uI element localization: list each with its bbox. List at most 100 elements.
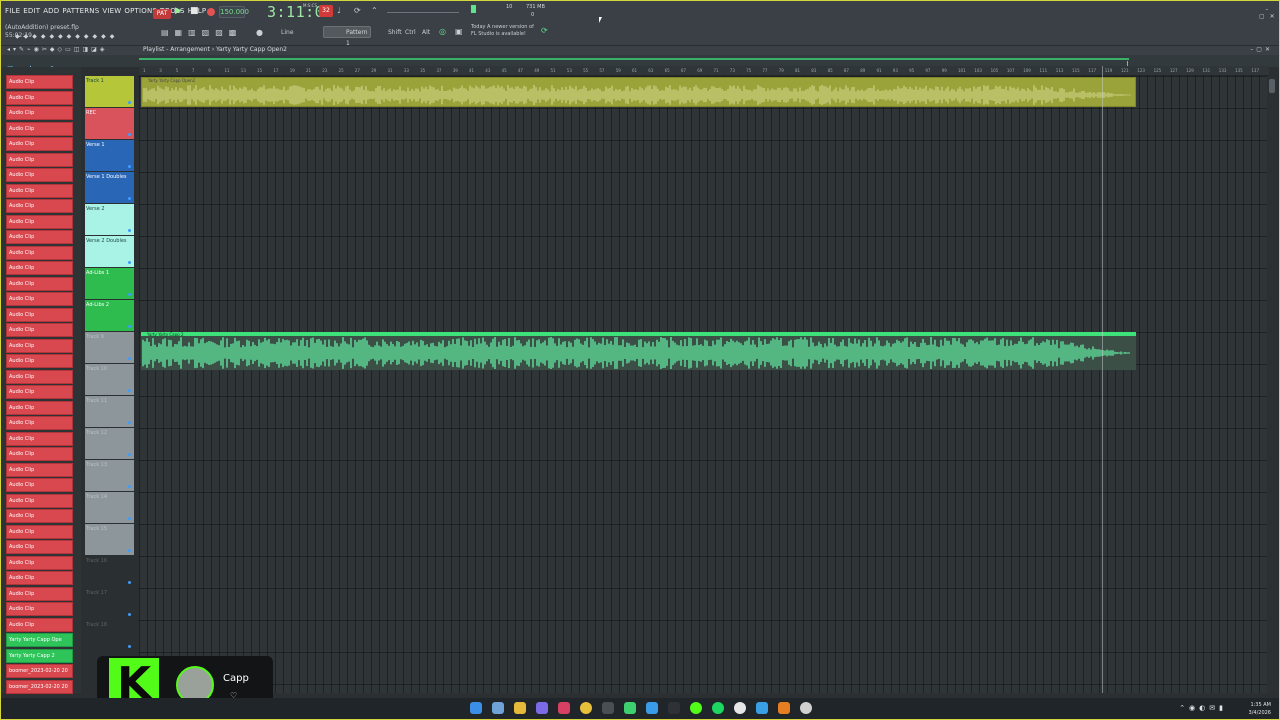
picker-audio-clip[interactable]: Audio Clip <box>6 245 73 260</box>
picker-audio-clip[interactable]: Audio Clip <box>6 400 73 415</box>
picker-audio-clip[interactable]: Audio Clip <box>6 540 73 554</box>
fl-alt-icon[interactable] <box>778 702 790 714</box>
picker-audio-clip[interactable]: Audio Clip <box>6 571 73 585</box>
track-header[interactable]: Track 15 <box>85 524 134 555</box>
playlist-tools[interactable]: ◂▾✎⌁◉✂◆◇▭◫◨◪◈ <box>7 46 107 53</box>
track-header[interactable]: Verse 2 Doubles <box>85 236 134 267</box>
folder-icon[interactable] <box>514 702 526 714</box>
horizontal-scrollbar[interactable] <box>139 58 1129 60</box>
master-volume-slider[interactable] <box>387 12 459 13</box>
picker-audio-clip[interactable]: Audio Clip <box>6 385 73 399</box>
playlist-title[interactable]: Playlist - Arrangement › Yarty Yarty Cap… <box>143 46 287 53</box>
picker-audio-clip[interactable]: Audio Clip <box>6 338 73 353</box>
window-controls[interactable]: –▢✕ <box>1259 6 1279 20</box>
arrangement-grid[interactable] <box>139 76 1267 693</box>
picker-audio-clip[interactable]: Audio Clip <box>6 354 73 368</box>
picker-audio-clip[interactable]: Audio Clip <box>6 214 73 229</box>
track-header[interactable]: Track 10 <box>85 364 134 395</box>
media-icon[interactable] <box>800 702 812 714</box>
audio-clip-2[interactable]: Yarty Yarty Capp 2 <box>141 332 1136 370</box>
track-header[interactable]: Track 1 <box>85 76 134 107</box>
tool-icons[interactable]: ▤▦▥▧▨▩ <box>161 28 242 37</box>
chrome-icon[interactable] <box>580 702 592 714</box>
track-led-icon[interactable] <box>128 517 131 520</box>
picker-audio-clip[interactable]: Audio Clip <box>6 416 73 430</box>
picker-audio-clip[interactable]: Audio Clip <box>6 307 73 322</box>
track-led-icon[interactable] <box>128 261 131 264</box>
picker-audio-clip[interactable]: Audio Clip <box>6 617 73 632</box>
track-led-icon[interactable] <box>128 421 131 424</box>
menu-item-add[interactable]: ADD <box>43 7 59 15</box>
menu-item-file[interactable]: FILE <box>5 7 20 15</box>
menu-item-view[interactable]: VIEW <box>102 7 121 15</box>
picker-audio-clip[interactable]: Audio Clip <box>6 431 73 446</box>
track-header[interactable]: REC <box>85 108 134 139</box>
shift-key[interactable]: Shift <box>388 29 402 36</box>
picker-audio-clip[interactable]: Audio Clip <box>6 555 73 570</box>
menu-item-edit[interactable]: EDIT <box>23 7 40 15</box>
track-header[interactable]: Ad-Libs 1 <box>85 268 134 299</box>
menu-item-patterns[interactable]: PATTERNS <box>62 7 99 15</box>
online-icon[interactable]: ◎ <box>439 27 446 36</box>
picker-audio-clip[interactable]: Audio Clip <box>6 199 73 213</box>
track-header[interactable]: Track 18 <box>85 620 134 651</box>
vertical-scrollbar[interactable] <box>1267 76 1277 693</box>
picker-clip-item[interactable]: boomer_2023-02-20 20 <box>6 664 73 678</box>
picker-audio-clip[interactable]: Audio Clip <box>6 230 73 244</box>
track-header[interactable]: Track 13 <box>85 460 134 491</box>
taskbar-clock[interactable]: 1:35 AM 3/4/2026 <box>1249 701 1271 717</box>
track-led-icon[interactable] <box>128 645 131 648</box>
discord-icon[interactable] <box>536 702 548 714</box>
update-icon[interactable]: ⟳ <box>541 26 548 35</box>
track-header[interactable]: Track 17 <box>85 588 134 619</box>
playlist-window-controls[interactable]: –▢✕ <box>1250 46 1273 53</box>
track-led-icon[interactable] <box>128 293 131 296</box>
picker-audio-clip[interactable]: Audio Clip <box>6 168 73 182</box>
playhead[interactable] <box>1102 66 1103 693</box>
track-led-icon[interactable] <box>128 389 131 392</box>
audio-clip-1[interactable]: Yarty Yarty Capp Open2 <box>141 77 1136 107</box>
track-led-icon[interactable] <box>128 101 131 104</box>
browser-icon[interactable] <box>646 702 658 714</box>
system-tray[interactable]: ⌃◉◐✉▮ <box>1179 704 1227 712</box>
snap-selector[interactable]: Line <box>281 29 294 36</box>
picker-audio-clip[interactable]: Audio Clip <box>6 121 73 136</box>
picker-audio-clip[interactable]: Audio Clip <box>6 137 73 151</box>
fl-studio-icon[interactable] <box>624 702 636 714</box>
timeline-ruler[interactable]: 1 3 5 7 9 11 13 15 17 19 21 23 25 27 29 31 33 35 37 39 41 43 4… <box>139 66 1269 76</box>
track-led-icon[interactable] <box>128 133 131 136</box>
track-header[interactable]: Track 9 <box>85 332 134 363</box>
picker-audio-clip[interactable]: Audio Clip <box>6 90 73 105</box>
obs-icon[interactable] <box>734 702 746 714</box>
picker-audio-clip[interactable]: Audio Clip <box>6 602 73 616</box>
picker-audio-clip[interactable]: Audio Clip <box>6 369 73 384</box>
picker-audio-clip[interactable]: Audio Clip <box>6 261 73 275</box>
beat-icon[interactable]: ♩ <box>337 6 341 15</box>
track-led-icon[interactable] <box>128 453 131 456</box>
loop-icon[interactable]: ⟳ <box>354 6 361 15</box>
play-icon[interactable]: ▶ <box>175 6 182 16</box>
app-icon[interactable] <box>558 702 570 714</box>
picker-audio-clip[interactable]: Audio Clip <box>6 152 73 167</box>
picker-audio-clip[interactable]: Audio Clip <box>6 524 73 539</box>
cpu-indicator[interactable]: 32 <box>319 5 333 17</box>
picker-audio-clip[interactable]: Audio Clip <box>6 509 73 523</box>
track-header[interactable]: Track 12 <box>85 428 134 459</box>
track-led-icon[interactable] <box>128 357 131 360</box>
ctrl-key[interactable]: Ctrl <box>405 29 416 36</box>
picker-clip-item[interactable]: boomer_2023-02-20 20 <box>6 679 73 694</box>
picker-audio-clip[interactable]: Audio Clip <box>6 75 73 89</box>
cart-icon[interactable]: ▣ <box>455 27 463 36</box>
track-led-icon[interactable] <box>128 197 131 200</box>
track-led-icon[interactable] <box>128 581 131 584</box>
picker-audio-clip[interactable]: Audio Clip <box>6 462 73 477</box>
notes-icon[interactable] <box>756 702 768 714</box>
track-header[interactable]: Ad-Libs 2 <box>85 300 134 331</box>
picker-audio-clip[interactable]: Audio Clip <box>6 276 73 291</box>
track-led-icon[interactable] <box>128 613 131 616</box>
picker-audio-clip[interactable]: Audio Clip <box>6 106 73 120</box>
start-icon[interactable] <box>470 702 482 714</box>
stop-icon[interactable]: ■ <box>190 6 199 16</box>
track-led-icon[interactable] <box>128 485 131 488</box>
news-panel[interactable]: Today A newer version of FL Studio is av… <box>471 24 534 38</box>
